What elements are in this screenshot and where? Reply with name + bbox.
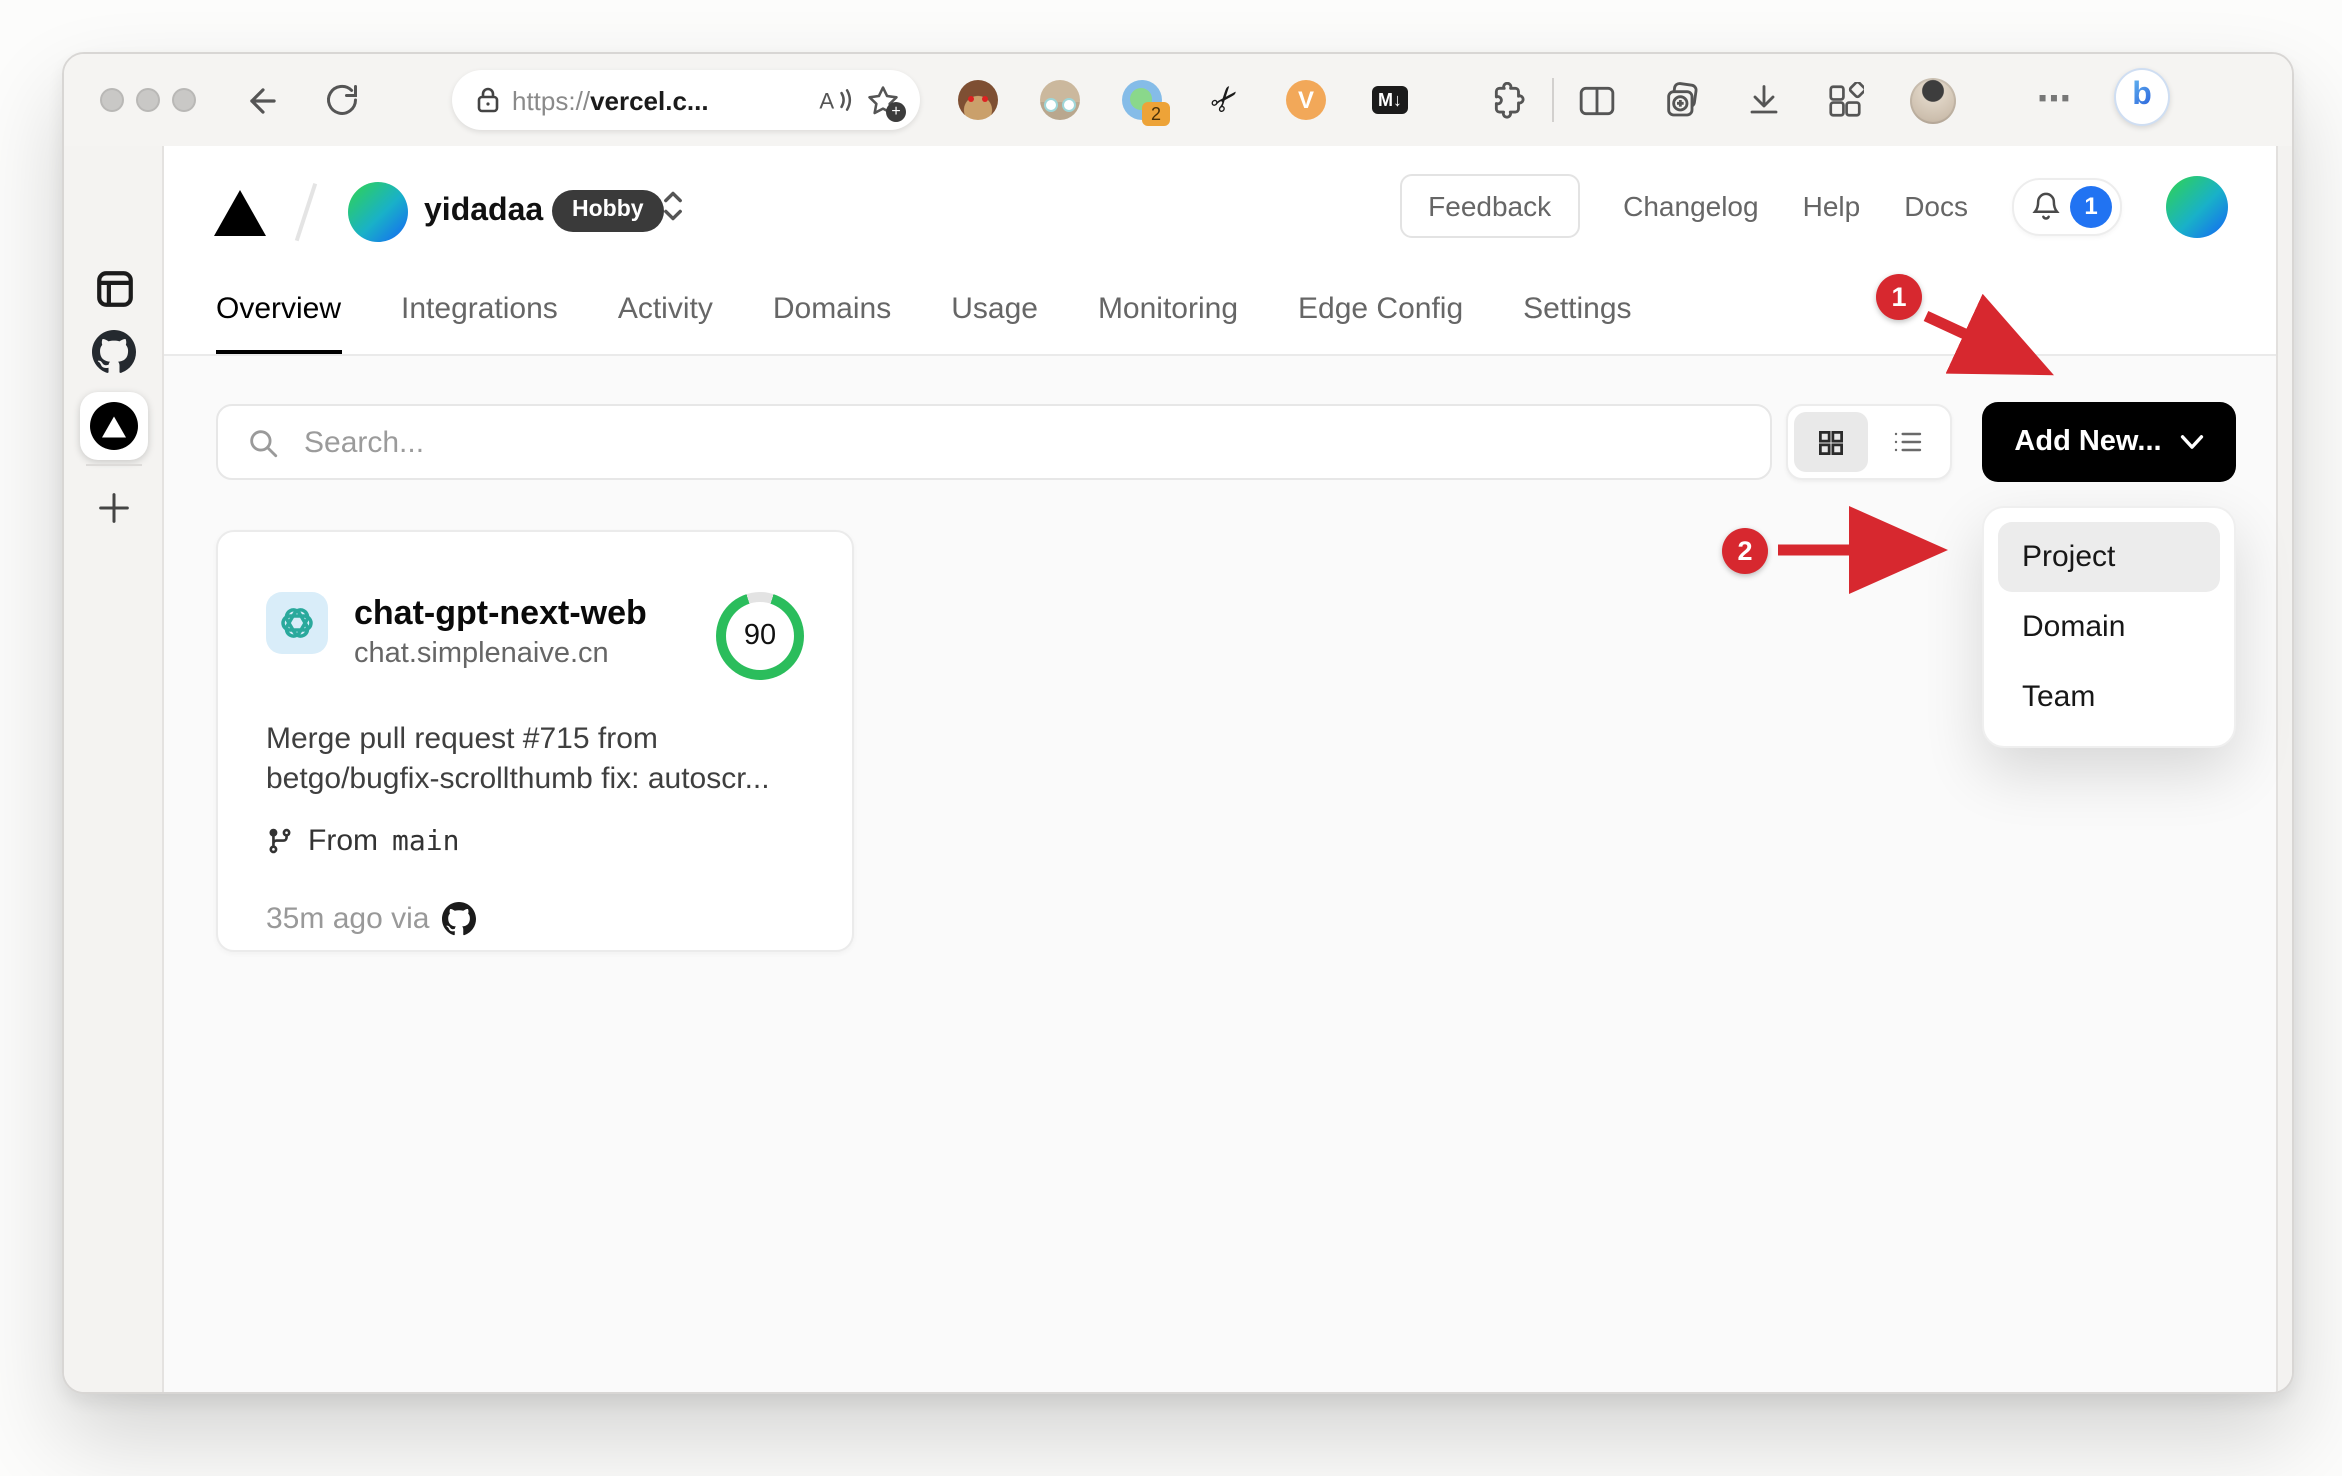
notification-count-badge: 1 <box>2070 185 2112 227</box>
vercel-logo[interactable] <box>214 190 266 246</box>
tampermonkey-extension-icon[interactable] <box>950 72 1006 128</box>
docs-link[interactable]: Docs <box>1904 190 1968 222</box>
bell-icon <box>2032 191 2060 219</box>
search-icon <box>250 429 278 457</box>
score-value: 90 <box>743 620 777 652</box>
team-avatar[interactable] <box>348 182 408 242</box>
extension-badge: 2 <box>1142 102 1170 126</box>
projects-content: Add New... Project Domain Team ch <box>164 356 2276 1392</box>
downloads-icon[interactable] <box>1736 72 1792 128</box>
project-name[interactable]: chat-gpt-next-web <box>354 592 647 635</box>
split-screen-icon[interactable] <box>1568 72 1624 128</box>
back-icon[interactable] <box>234 72 290 128</box>
markdown-extension-icon[interactable]: M↓ <box>1362 72 1418 128</box>
svg-text:A: A <box>819 88 834 113</box>
vercel-icon <box>90 402 138 450</box>
traffic-light-zoom[interactable] <box>172 88 196 112</box>
right-scroll-rail <box>2276 146 2292 1392</box>
sidebar-divider <box>86 464 142 466</box>
persona-extension-icon[interactable] <box>1032 72 1088 128</box>
browser-window: https://vercel.c... A + 2 ✂ V M↓ ⋯ b yid… <box>62 52 2294 1394</box>
changelog-link[interactable]: Changelog <box>1623 190 1758 222</box>
bing-chat-icon[interactable]: b <box>2114 67 2170 125</box>
plan-badge: Hobby <box>552 190 664 232</box>
menu-item-project[interactable]: Project <box>1998 522 2220 592</box>
list-view-button[interactable] <box>1871 412 1944 472</box>
commit-message[interactable]: Merge pull request #715 from betgo/bugfi… <box>266 720 804 800</box>
favorites-star-icon[interactable]: + <box>866 83 906 121</box>
breadcrumb-slash <box>294 183 317 241</box>
chevron-down-icon <box>2180 435 2203 449</box>
sidebar-vercel-item-active[interactable] <box>64 392 164 460</box>
score-ring[interactable]: 90 <box>716 592 804 680</box>
team-name[interactable]: yidadaa <box>424 194 543 230</box>
screenshot-stage: https://vercel.c... A + 2 ✂ V M↓ ⋯ b yid… <box>0 0 2342 1476</box>
branch-name[interactable]: main <box>392 825 459 857</box>
tab-settings[interactable]: Settings <box>1523 292 1631 330</box>
address-bar[interactable]: https://vercel.c... A + <box>452 70 920 130</box>
tab-integrations[interactable]: Integrations <box>401 292 558 330</box>
vercel-header: yidadaa Hobby Feedback Changelog Help Do… <box>164 146 2276 356</box>
sidebar-github-icon[interactable] <box>64 330 164 374</box>
badged-extension-icon[interactable]: 2 <box>1114 72 1170 128</box>
lock-icon <box>476 86 500 114</box>
project-domain[interactable]: chat.simplenaive.cn <box>354 639 647 671</box>
tab-edge-config[interactable]: Edge Config <box>1298 292 1463 330</box>
add-new-button[interactable]: Add New... <box>1982 402 2236 482</box>
toolbar-separator <box>1552 78 1554 122</box>
branch-prefix: From <box>308 824 378 858</box>
menu-item-team[interactable]: Team <box>1998 662 2220 732</box>
git-branch-icon <box>269 828 291 854</box>
search-box[interactable] <box>216 404 1772 480</box>
view-toggle <box>1786 404 1952 480</box>
add-new-dropdown: Project Domain Team <box>1982 506 2236 748</box>
url-text[interactable]: https://vercel.c... <box>512 85 709 115</box>
collections-icon[interactable] <box>1654 72 1710 128</box>
menu-item-domain[interactable]: Domain <box>1998 592 2220 662</box>
apps-grid-icon[interactable] <box>1816 72 1872 128</box>
tab-monitoring[interactable]: Monitoring <box>1098 292 1238 330</box>
dashboard-tabs: Overview Integrations Activity Domains U… <box>216 266 1632 356</box>
deploy-time: 35m ago via <box>266 902 430 936</box>
help-link[interactable]: Help <box>1803 190 1861 222</box>
github-icon <box>441 902 476 936</box>
annotation-step-2: 2 <box>1722 528 1768 574</box>
read-aloud-icon[interactable]: A <box>818 84 854 116</box>
vimium-extension-icon[interactable]: V <box>1278 72 1334 128</box>
openai-logo-icon <box>266 592 328 654</box>
more-menu-icon[interactable]: ⋯ <box>2026 72 2082 128</box>
tab-activity[interactable]: Activity <box>618 292 713 330</box>
annotation-step-1: 1 <box>1876 274 1922 320</box>
browser-profile-avatar[interactable] <box>1904 72 1960 128</box>
vercel-page: yidadaa Hobby Feedback Changelog Help Do… <box>164 146 2276 1392</box>
feedback-button[interactable]: Feedback <box>1400 174 1580 238</box>
account-avatar[interactable] <box>2166 175 2228 237</box>
edge-sidebar <box>64 146 164 1392</box>
scissors-extension-icon[interactable]: ✂ <box>1198 72 1254 128</box>
tab-domains[interactable]: Domains <box>773 292 891 330</box>
refresh-icon[interactable] <box>314 72 370 128</box>
traffic-light-minimize[interactable] <box>136 88 160 112</box>
notifications-button[interactable]: 1 <box>2012 177 2122 235</box>
browser-toolbar: https://vercel.c... A + 2 ✂ V M↓ ⋯ b <box>64 54 2292 148</box>
sidebar-layout-icon[interactable] <box>64 268 164 310</box>
traffic-light-close[interactable] <box>100 88 124 112</box>
team-switcher-icon[interactable] <box>660 188 686 234</box>
star-plus-badge: + <box>886 101 906 121</box>
sidebar-add-icon[interactable] <box>64 488 164 528</box>
search-input[interactable] <box>300 423 1742 461</box>
tab-overview[interactable]: Overview <box>216 292 341 354</box>
extensions-puzzle-icon[interactable] <box>1480 72 1536 128</box>
project-card[interactable]: chat-gpt-next-web chat.simplenaive.cn 90… <box>216 530 854 952</box>
tab-usage[interactable]: Usage <box>951 292 1038 330</box>
grid-view-button[interactable] <box>1794 412 1867 472</box>
